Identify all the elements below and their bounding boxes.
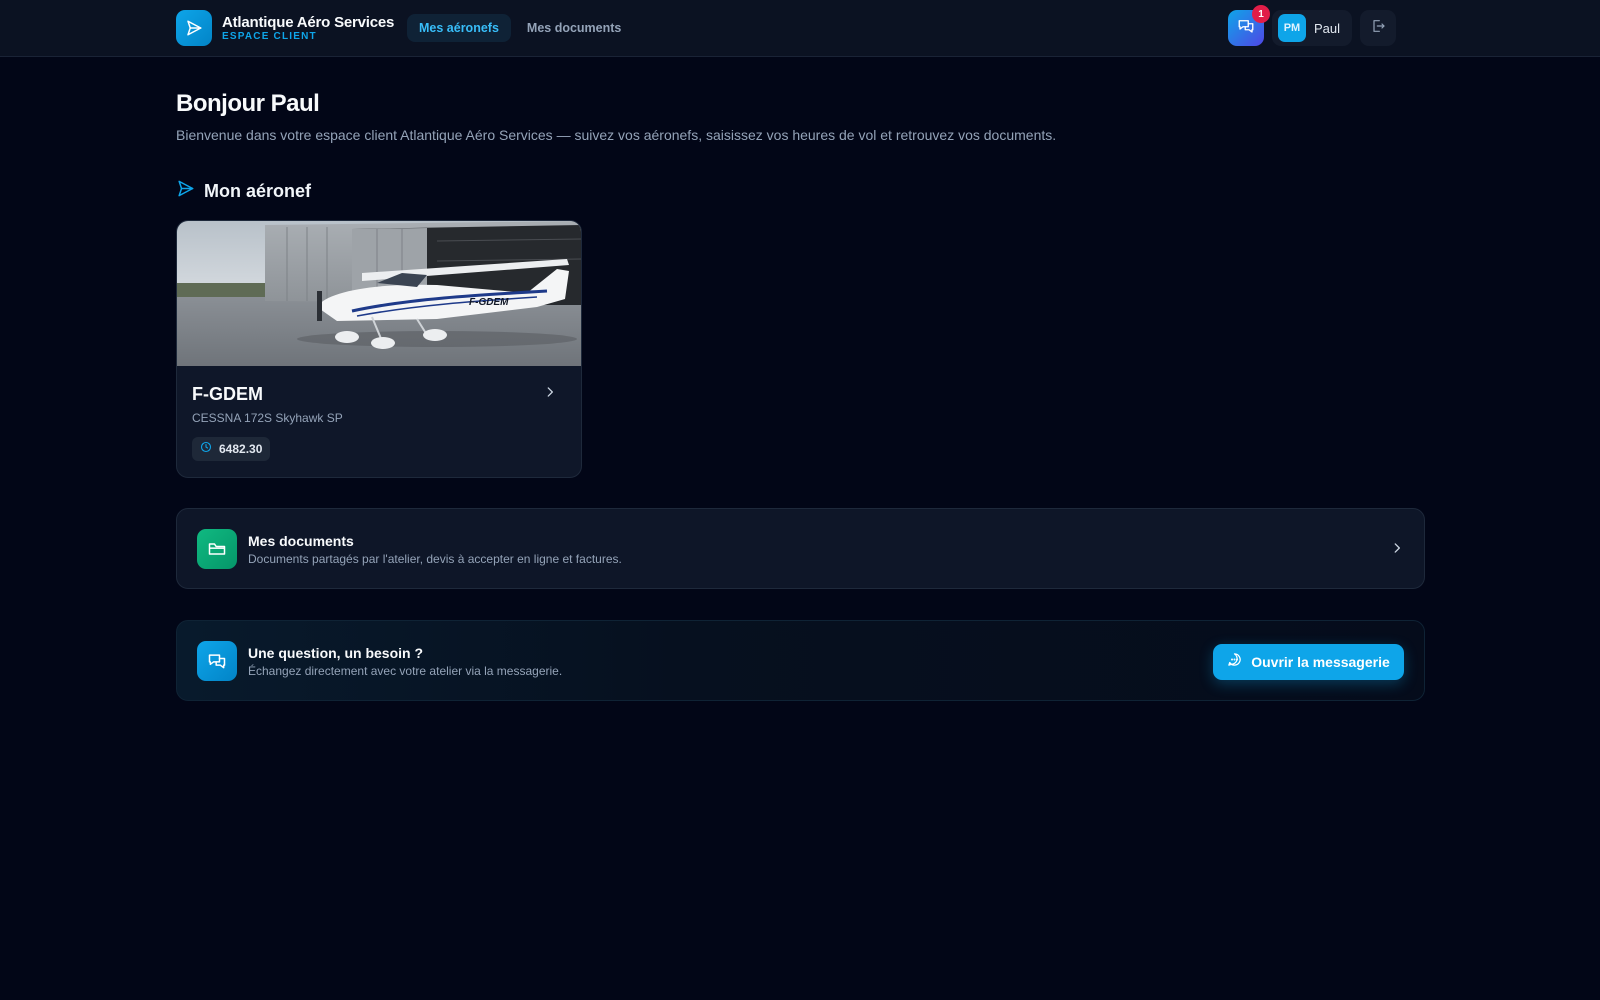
logout-button[interactable] bbox=[1360, 10, 1396, 46]
aircraft-card[interactable]: F-GDEM F-GDEM CESSNA 172S Skyhawk SP 648… bbox=[176, 220, 582, 478]
aircraft-registration: F-GDEM bbox=[192, 384, 263, 404]
section-header: Mon aéronef bbox=[176, 179, 311, 203]
avatar: PM bbox=[1277, 14, 1306, 42]
brand-subtitle: ESPACE CLIENT bbox=[222, 30, 317, 42]
flight-hours-badge: 6482.30 bbox=[192, 437, 271, 461]
chevron-right-icon bbox=[543, 385, 557, 404]
main-nav: Mes aéronefs Mes documents bbox=[407, 14, 637, 42]
paper-plane-icon bbox=[176, 179, 195, 203]
open-messaging-label: Ouvrir la messagerie bbox=[1251, 654, 1390, 670]
help-title: Une question, un besoin ? bbox=[248, 645, 423, 661]
section-title: Mon aéronef bbox=[204, 180, 312, 201]
aircraft-model: CESSNA 172S Skyhawk SP bbox=[192, 411, 343, 425]
help-description: Échangez directement avec votre atelier … bbox=[248, 664, 563, 678]
top-header: Atlantique Aéro Services ESPACE CLIENT M… bbox=[0, 0, 1600, 57]
documents-card[interactable]: Mes documents Documents partagés par l'a… bbox=[176, 508, 1425, 589]
aircraft-photo: F-GDEM bbox=[177, 221, 581, 366]
chat-bubbles-icon bbox=[197, 641, 237, 681]
page-title: Bonjour Paul bbox=[176, 90, 320, 117]
paper-plane-icon bbox=[176, 10, 212, 46]
brand-name: Atlantique Aéro Services bbox=[222, 13, 395, 31]
tab-mes-documents[interactable]: Mes documents bbox=[515, 14, 633, 42]
chat-dots-icon bbox=[1227, 652, 1242, 672]
help-card: Une question, un besoin ? Échangez direc… bbox=[176, 620, 1425, 701]
header-actions: 1 PM Paul bbox=[1227, 5, 1396, 46]
folder-icon bbox=[197, 529, 237, 569]
messages-badge: 1 bbox=[1251, 5, 1270, 23]
chat-bubbles-icon bbox=[1237, 17, 1255, 40]
tab-mes-aeronefs[interactable]: Mes aéronefs bbox=[407, 14, 511, 42]
clock-icon bbox=[200, 440, 212, 458]
intro-text: Bienvenue dans votre espace client Atlan… bbox=[176, 127, 1057, 143]
documents-description: Documents partagés par l'atelier, devis … bbox=[248, 552, 622, 566]
aircraft-photo-registration: F-GDEM bbox=[469, 297, 509, 308]
user-name: Paul bbox=[1313, 20, 1340, 36]
messages-button[interactable]: 1 bbox=[1227, 5, 1270, 46]
flight-hours-value: 6482.30 bbox=[219, 442, 263, 456]
open-messaging-button[interactable]: Ouvrir la messagerie bbox=[1213, 644, 1404, 680]
chevron-right-icon bbox=[1390, 541, 1404, 560]
brand[interactable]: Atlantique Aéro Services ESPACE CLIENT bbox=[176, 10, 394, 46]
documents-title: Mes documents bbox=[248, 533, 354, 549]
logout-icon bbox=[1370, 18, 1386, 39]
user-menu[interactable]: PM Paul bbox=[1271, 10, 1352, 46]
